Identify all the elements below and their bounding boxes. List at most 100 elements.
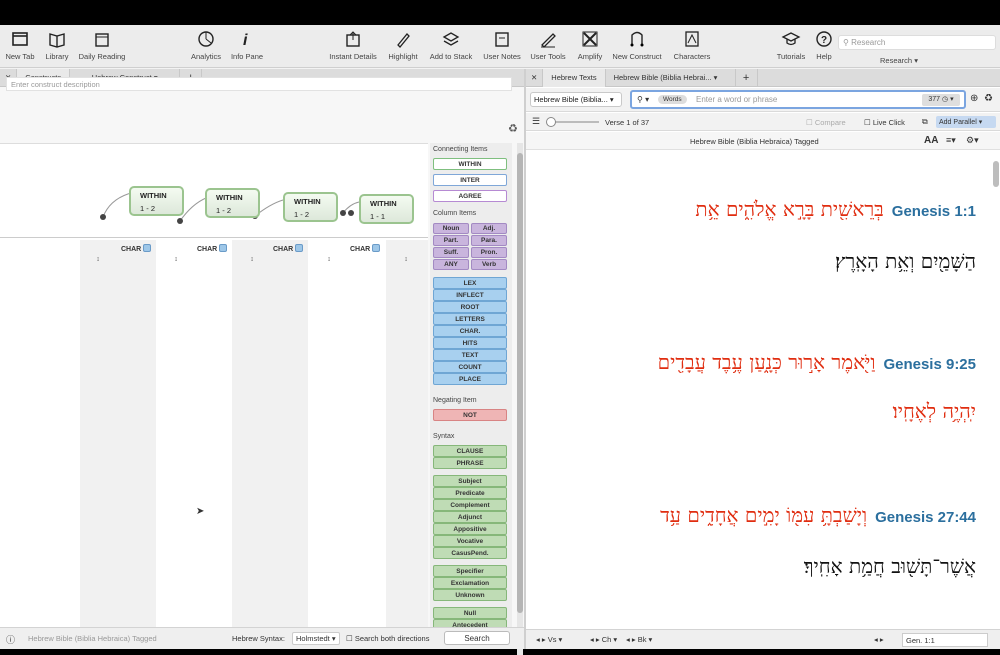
toolbar-info-pane-button[interactable]: i Info Pane <box>217 29 277 61</box>
text-format-icon[interactable]: ≡▾ <box>946 135 956 146</box>
checkbox[interactable] <box>219 244 228 252</box>
attribute-item[interactable]: CHAR. <box>433 325 507 337</box>
research-label[interactable]: Research ▾ <box>880 56 918 65</box>
syntax-select[interactable]: Holmstedt ▾ <box>292 632 340 645</box>
syntax-item[interactable]: Adjunct <box>433 511 507 523</box>
attribute-item[interactable]: LETTERS <box>433 313 507 325</box>
attribute-item[interactable]: HITS <box>433 337 507 349</box>
verse-nav[interactable]: ◂ ▸ Vs ▾ <box>536 635 562 644</box>
construct-column[interactable] <box>80 240 156 645</box>
within-box[interactable]: WITHIN 1 - 2 <box>205 188 260 218</box>
word-search-input[interactable]: ⚲ ▾ Words Enter a word or phrase 377 ◷ ▾ <box>630 90 966 109</box>
agree-item[interactable]: AGREE <box>433 190 507 202</box>
syntax-item[interactable]: CasusPend. <box>433 547 507 559</box>
pos-item[interactable]: Para. <box>471 235 507 246</box>
history-arrows[interactable]: ◂ ▸ <box>874 635 884 644</box>
syntax-item[interactable]: PHRASE <box>433 457 507 469</box>
tab-hebrew-texts[interactable]: Hebrew Texts <box>543 68 606 87</box>
within-box[interactable]: WITHIN 1 - 1 <box>359 194 414 224</box>
syntax-item[interactable]: Predicate <box>433 487 507 499</box>
search-icon[interactable]: ⚲ ▾ <box>637 95 649 104</box>
slider-thumb[interactable] <box>546 117 556 127</box>
recycle-icon[interactable]: ♻ <box>984 93 993 104</box>
verse-line[interactable]: הַשָּׁמַ֖יִם וְאֵ֥ת הָאָֽרֶץ׃ <box>835 249 976 274</box>
font-size-button[interactable]: AA <box>924 135 938 146</box>
gear-icon[interactable]: ⚙▾ <box>966 135 979 146</box>
syntax-item[interactable]: Vocative <box>433 535 507 547</box>
syntax-item[interactable]: Null <box>433 607 507 619</box>
add-circle-icon[interactable]: ⊕ <box>970 93 978 104</box>
verse-line[interactable]: יִֽהְיֶ֥ה לְאֶחָֽיו׃ <box>893 399 976 424</box>
pos-item[interactable]: Verb <box>471 259 507 270</box>
syntax-item[interactable]: Unknown <box>433 589 507 601</box>
not-item[interactable]: NOT <box>433 409 507 421</box>
checkbox[interactable] <box>143 244 152 252</box>
attribute-item[interactable]: TEXT <box>433 349 507 361</box>
char-column-header[interactable]: CHAR <box>350 244 381 253</box>
toolbar-new-construct-button[interactable]: New Construct <box>607 29 667 61</box>
vertical-scrollbar[interactable] <box>993 161 999 187</box>
connector-node[interactable] <box>348 210 354 216</box>
verse-line[interactable]: וַיֹּ֖אמֶר אָר֣וּר כְּנָ֑עַן עֶ֥בֶד עֲבָ… <box>658 350 976 375</box>
pos-item[interactable]: Noun <box>433 223 469 234</box>
live-click-checkbox[interactable]: ☐ Live Click <box>864 118 905 127</box>
hit-count-badge[interactable]: 377 ◷ ▾ <box>922 94 960 106</box>
char-column-header[interactable]: CHAR <box>273 244 304 253</box>
search-button[interactable]: Search <box>444 631 510 645</box>
attribute-item[interactable]: PLACE <box>433 373 507 385</box>
verse-line[interactable]: אֲשֶׁר־תָּשׁ֖וּב חֲמַ֥ת אָחִֽיךָ׃ <box>804 554 976 579</box>
vertical-scrollbar[interactable] <box>517 143 523 655</box>
compare-checkbox[interactable]: ☐ Compare <box>806 118 846 127</box>
char-column-header[interactable]: CHAR <box>121 244 152 253</box>
attribute-item[interactable]: COUNT <box>433 361 507 373</box>
verse-slider[interactable] <box>546 117 599 127</box>
attribute-item[interactable]: ROOT <box>433 301 507 313</box>
verse-line[interactable]: בְּרֵאשִׁ֖ית בָּרָ֣א אֱלֹהִ֑ים אֵ֥ת Genes… <box>695 197 976 222</box>
construct-column[interactable] <box>4 240 80 645</box>
resource-select[interactable]: Hebrew Bible (Biblia... ▾ <box>530 92 622 107</box>
verse-line[interactable]: וְיָשַׁבְתָּ֥ עִמּ֖וֹ יָמִ֣ים אֲחָדִ֑ים … <box>660 503 976 528</box>
new-tab-button[interactable]: + <box>736 68 758 87</box>
layout-icon[interactable]: ⧉ <box>922 117 928 127</box>
connector-node[interactable] <box>177 218 183 224</box>
pos-item[interactable]: ANY <box>433 259 469 270</box>
tab-hebrew-bible[interactable]: Hebrew Bible (Biblia Hebrai... ▾ <box>606 68 736 87</box>
toolbar-daily-reading-button[interactable]: Daily Reading <box>72 29 132 61</box>
pos-item[interactable]: Suff. <box>433 247 469 258</box>
construct-description-input[interactable]: Enter construct description <box>6 77 512 91</box>
construct-column[interactable] <box>310 240 386 645</box>
within-box[interactable]: WITHIN 1 - 2 <box>129 186 184 216</box>
add-parallel-button[interactable]: Add Parallel ▾ <box>936 116 996 128</box>
chapter-nav[interactable]: ◂ ▸ Ch ▾ <box>590 635 617 644</box>
syntax-item[interactable]: Specifier <box>433 565 507 577</box>
within-box[interactable]: WITHIN 1 - 2 <box>283 192 338 222</box>
within-item[interactable]: WITHIN <box>433 158 507 170</box>
recycle-icon[interactable]: ♻ <box>508 122 518 135</box>
toolbar-characters-button[interactable]: Characters <box>662 29 722 61</box>
pos-item[interactable]: Part. <box>433 235 469 246</box>
construct-column[interactable] <box>156 240 232 645</box>
attribute-item[interactable]: INFLECT <box>433 289 507 301</box>
attribute-item[interactable]: LEX <box>433 277 507 289</box>
inter-item[interactable]: INTER <box>433 174 507 186</box>
list-icon[interactable]: ☰ <box>532 116 540 127</box>
connector-node[interactable] <box>100 214 106 220</box>
construct-column[interactable] <box>232 240 308 645</box>
search-both-directions-checkbox[interactable]: ☐ Search both directions <box>346 634 429 643</box>
construct-graph[interactable]: WITHIN 1 - 2 WITHIN 1 - 2 WITHIN 1 - 2 WITH… <box>0 144 428 238</box>
checkbox[interactable] <box>372 244 381 252</box>
checkbox[interactable] <box>295 244 304 252</box>
construct-column[interactable] <box>386 240 428 645</box>
syntax-item[interactable]: Appositive <box>433 523 507 535</box>
reference-input[interactable]: Gen. 1:1 <box>902 633 988 647</box>
char-column-header[interactable]: CHAR <box>197 244 228 253</box>
syntax-item[interactable]: CLAUSE <box>433 445 507 457</box>
construct-canvas[interactable]: WITHIN 1 - 2 WITHIN 1 - 2 WITHIN 1 - 2 WITH… <box>0 143 428 645</box>
syntax-item[interactable]: Complement <box>433 499 507 511</box>
research-search-input[interactable]: ⚲ Research <box>838 35 996 50</box>
pos-item[interactable]: Adj. <box>471 223 507 234</box>
book-nav[interactable]: ◂ ▸ Bk ▾ <box>626 635 652 644</box>
close-tab-icon[interactable]: ✕ <box>526 68 544 87</box>
help-icon[interactable]: ⓘ <box>6 633 15 646</box>
search-mode-pill[interactable]: Words <box>658 95 687 104</box>
